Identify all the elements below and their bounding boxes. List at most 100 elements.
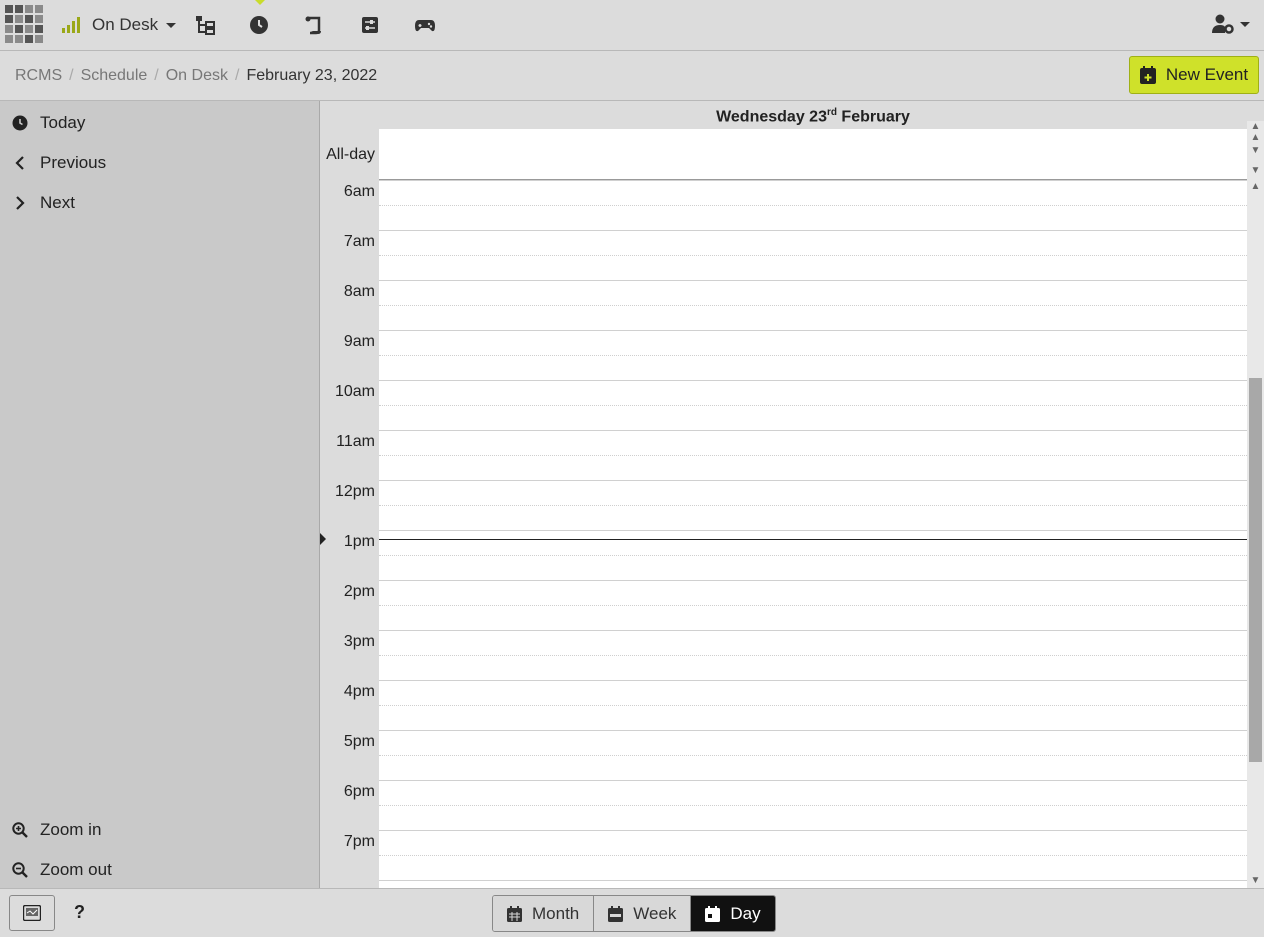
day-header-month: February xyxy=(841,108,910,126)
sitemap-icon[interactable] xyxy=(194,14,216,36)
zoom-in-button[interactable]: Zoom in xyxy=(12,820,101,840)
view-switcher: Month Week Day xyxy=(492,895,776,932)
half-hour-gridline xyxy=(379,755,1247,756)
zoom-out-button[interactable]: Zoom out xyxy=(12,860,112,880)
scroll-up-arrow[interactable]: ▲ xyxy=(1250,122,1261,132)
week-view-label: Week xyxy=(633,903,677,923)
half-hour-gridline xyxy=(379,855,1247,856)
help-button[interactable]: ? xyxy=(74,902,85,923)
hour-gridline xyxy=(379,280,1247,281)
scroll-up-arrow[interactable]: ▲ xyxy=(1250,133,1261,143)
scroll-icon[interactable] xyxy=(303,14,325,36)
gamepad-icon[interactable] xyxy=(414,14,436,36)
hour-gridline xyxy=(379,230,1247,231)
hour-gridline xyxy=(379,430,1247,431)
hour-label: 4pm xyxy=(343,683,375,700)
hour-label: 5pm xyxy=(343,733,375,750)
breadcrumb-on-desk[interactable]: On Desk xyxy=(166,67,228,85)
half-hour-gridline xyxy=(379,705,1247,706)
day-calendar: Wednesday 23rd February All-day 6am 7am 8a… xyxy=(320,101,1264,888)
hour-gridline xyxy=(379,830,1247,831)
zoom-out-icon xyxy=(12,862,28,878)
allday-scrollbar[interactable]: ▲ ▲ ▼ ▼ xyxy=(1247,121,1264,181)
new-event-button[interactable]: New Event xyxy=(1129,56,1259,94)
breadcrumb-separator: / xyxy=(69,67,74,84)
half-hour-gridline xyxy=(379,405,1247,406)
now-indicator-line xyxy=(379,539,1247,540)
user-cog-icon xyxy=(1212,14,1234,34)
breadcrumb-current: February 23, 2022 xyxy=(246,67,378,84)
day-header-name: Wednesday 23 xyxy=(716,108,827,126)
half-hour-gridline xyxy=(379,305,1247,306)
half-hour-gridline xyxy=(379,255,1247,256)
hour-label: 2pm xyxy=(343,583,375,600)
clock-icon xyxy=(12,115,28,131)
caret-down-icon xyxy=(166,22,177,28)
hour-label: 6am xyxy=(343,183,375,200)
half-hour-gridline xyxy=(379,505,1247,506)
scroll-down-arrow[interactable]: ▼ xyxy=(1250,146,1261,156)
scroll-up-arrow[interactable]: ▲ xyxy=(1250,182,1261,192)
calendar-plus-icon xyxy=(1139,66,1156,84)
grid-scrollbar[interactable]: ▲ ▼ xyxy=(1247,180,1264,888)
day-header: Wednesday 23rd February xyxy=(379,107,1247,126)
scroll-down-arrow[interactable]: ▼ xyxy=(1250,166,1261,176)
bottom-bar: ? Month Week Day xyxy=(0,888,1264,937)
desk-dropdown[interactable]: On Desk xyxy=(92,15,177,35)
scrollbar-thumb[interactable] xyxy=(1249,378,1262,762)
desk-dropdown-label: On Desk xyxy=(92,15,159,34)
hour-label: 8am xyxy=(343,283,375,300)
hour-label: 3pm xyxy=(343,633,375,650)
breadcrumb-schedule[interactable]: Schedule xyxy=(81,67,148,85)
month-view-button[interactable]: Month xyxy=(493,896,595,931)
sliders-icon[interactable] xyxy=(359,14,381,36)
chevron-left-icon xyxy=(15,156,24,170)
breadcrumb-bar: RCMS / Schedule / On Desk / February 23,… xyxy=(0,51,1264,101)
next-button[interactable]: Next xyxy=(12,193,75,213)
half-hour-gridline xyxy=(379,205,1247,206)
day-view-button[interactable]: Day xyxy=(691,896,775,931)
time-grid[interactable] xyxy=(379,180,1247,888)
hour-gridline xyxy=(379,380,1247,381)
new-event-label: New Event xyxy=(1165,65,1249,84)
signal-strength-icon xyxy=(62,17,80,33)
week-view-button[interactable]: Week xyxy=(594,896,692,931)
allday-cell[interactable] xyxy=(379,129,1247,180)
console-button[interactable] xyxy=(9,895,55,931)
hour-label: 9am xyxy=(343,333,375,350)
sidebar: Today Previous Next Zoom in Zoom out xyxy=(0,101,320,888)
today-button[interactable]: Today xyxy=(12,113,85,133)
half-hour-gridline xyxy=(379,655,1247,656)
hour-gridline xyxy=(379,630,1247,631)
month-view-label: Month xyxy=(532,903,580,923)
hour-label: 11am xyxy=(336,433,375,450)
half-hour-gridline xyxy=(379,605,1247,606)
hour-gridline xyxy=(379,880,1247,881)
zoom-in-label: Zoom in xyxy=(40,820,102,839)
next-label: Next xyxy=(40,193,75,212)
hour-label: 7pm xyxy=(343,833,375,850)
hour-label: 10am xyxy=(334,383,375,400)
now-indicator-arrow xyxy=(320,533,326,545)
half-hour-gridline xyxy=(379,805,1247,806)
zoom-in-icon xyxy=(12,822,28,838)
calendar-day-icon xyxy=(705,905,721,922)
day-view-label: Day xyxy=(730,903,761,923)
previous-label: Previous xyxy=(40,153,107,172)
breadcrumb: RCMS / Schedule / On Desk / February 23,… xyxy=(15,67,377,85)
breadcrumb-separator: / xyxy=(154,67,159,84)
user-settings-dropdown[interactable] xyxy=(1212,14,1250,34)
hour-gridline xyxy=(379,330,1247,331)
chevron-right-icon xyxy=(16,196,25,210)
hour-gridline xyxy=(379,580,1247,581)
scroll-down-arrow[interactable]: ▼ xyxy=(1250,876,1261,886)
terminal-icon xyxy=(23,905,41,921)
app-launcher-icon[interactable] xyxy=(5,5,45,45)
breadcrumb-rcms[interactable]: RCMS xyxy=(15,67,62,85)
previous-button[interactable]: Previous xyxy=(12,153,106,173)
hour-label: 7am xyxy=(343,233,375,250)
hour-gridline xyxy=(379,730,1247,731)
clock-icon[interactable] xyxy=(248,14,270,36)
breadcrumb-separator: / xyxy=(234,67,240,84)
day-header-suffix: rd xyxy=(826,107,837,118)
